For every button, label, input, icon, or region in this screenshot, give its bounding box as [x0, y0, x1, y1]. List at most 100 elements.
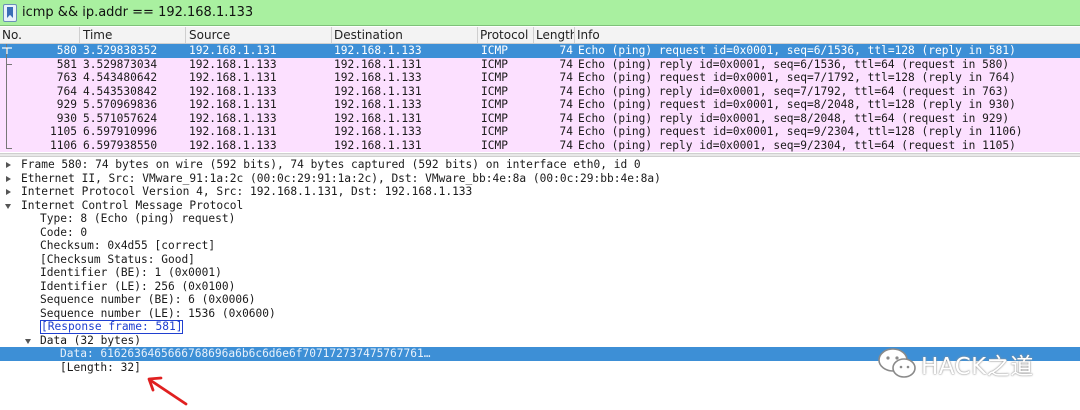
column-separator[interactable]: [533, 27, 534, 44]
packet-source: 192.168.1.133: [189, 111, 277, 125]
packet-length: 74: [559, 71, 573, 84]
expand-closed-icon[interactable]: [6, 189, 11, 195]
column-header-length[interactable]: Length: [536, 28, 574, 42]
packet-destination: 192.168.1.131: [334, 57, 422, 71]
packet-source: 192.168.1.131: [189, 44, 277, 57]
detail-ipv4[interactable]: Internet Protocol Version 4, Src: 192.16…: [0, 185, 1080, 199]
packet-info: Echo (ping) request id=0x0001, seq=7/179…: [578, 71, 1016, 84]
column-separator[interactable]: [185, 27, 186, 44]
display-filter-input[interactable]: icmp && ip.addr == 192.168.1.133: [22, 3, 253, 23]
packet-list-header: No. Time Source Destination Protocol Len…: [0, 27, 1080, 44]
packet-source: 192.168.1.133: [189, 138, 277, 152]
detail-field[interactable]: Code: 0: [0, 226, 1080, 240]
packet-source: 192.168.1.131: [189, 125, 277, 138]
packet-row[interactable]: 1105 6.597910996 192.168.1.131 192.168.1…: [0, 125, 1080, 139]
annotation-arrow-icon: [147, 376, 188, 406]
detail-field[interactable]: Sequence number (BE): 6 (0x0006): [0, 293, 1080, 307]
detail-text: Identifier (LE): 256 (0x0100): [40, 279, 236, 293]
request-indicator-icon: [2, 47, 12, 54]
column-header-info[interactable]: Info: [577, 28, 600, 42]
watermark: HACK之道: [876, 343, 1056, 383]
packet-row[interactable]: 1106 6.597938550 192.168.1.133 192.168.1…: [0, 138, 1080, 152]
packet-protocol: ICMP: [481, 111, 508, 125]
detail-text: Code: 0: [40, 225, 88, 239]
detail-frame[interactable]: Frame 580: 74 bytes on wire (592 bits), …: [0, 158, 1080, 172]
expand-closed-icon[interactable]: [6, 175, 11, 182]
packet-length: 74: [559, 111, 573, 125]
packet-no: 929: [56, 98, 77, 111]
packet-time: 5.570969836: [83, 98, 158, 111]
packet-source: 192.168.1.131: [189, 71, 277, 84]
packet-row[interactable]: 580 3.529838352 192.168.1.131 192.168.1.…: [0, 44, 1080, 58]
column-header-no[interactable]: No.: [2, 28, 22, 42]
reply-indicator-icon: [6, 64, 12, 65]
packet-time: 6.597938550: [83, 138, 158, 152]
packet-length: 74: [559, 98, 573, 111]
packet-no: 1105: [50, 125, 77, 138]
column-separator[interactable]: [331, 27, 332, 44]
column-separator[interactable]: [477, 27, 478, 44]
column-separator[interactable]: [574, 27, 575, 44]
packet-destination: 192.168.1.131: [334, 84, 422, 98]
packet-info: Echo (ping) request id=0x0001, seq=8/204…: [578, 98, 1016, 111]
packet-info: Echo (ping) request id=0x0001, seq=6/153…: [578, 44, 1016, 57]
column-header-destination[interactable]: Destination: [334, 28, 403, 42]
packet-length: 74: [559, 84, 573, 98]
packet-length: 74: [559, 44, 573, 57]
packet-row[interactable]: 930 5.571057624 192.168.1.133 192.168.1.…: [0, 111, 1080, 125]
column-header-time[interactable]: Time: [83, 28, 112, 42]
packet-info: Echo (ping) reply id=0x0001, seq=7/1792,…: [578, 84, 1010, 98]
packet-info: Echo (ping) reply id=0x0001, seq=6/1536,…: [578, 57, 1010, 71]
packet-time: 4.543480642: [83, 71, 158, 84]
expand-closed-icon[interactable]: [6, 162, 11, 168]
end-indicator-icon: [6, 148, 12, 149]
expand-open-icon[interactable]: [5, 203, 11, 209]
packet-source: 192.168.1.131: [189, 98, 277, 111]
packet-list: 580 3.529838352 192.168.1.131 192.168.1.…: [0, 44, 1080, 152]
detail-text: Identifier (BE): 1 (0x0001): [40, 266, 222, 279]
packet-protocol: ICMP: [481, 84, 508, 98]
detail-text: Ethernet II, Src: VMware_91:1a:2c (00:0c…: [21, 171, 661, 185]
detail-icmp[interactable]: Internet Control Message Protocol: [0, 199, 1080, 213]
detail-text: Type: 8 (Echo (ping) request): [40, 212, 236, 225]
packet-protocol: ICMP: [481, 98, 508, 111]
packet-info: Echo (ping) reply id=0x0001, seq=8/2048,…: [578, 111, 1010, 125]
packet-row[interactable]: 581 3.529873034 192.168.1.133 192.168.1.…: [0, 57, 1080, 71]
packet-time: 3.529838352: [83, 44, 158, 57]
column-separator[interactable]: [79, 27, 80, 44]
expand-open-icon[interactable]: [25, 338, 31, 344]
detail-text: Frame 580: 74 bytes on wire (592 bits), …: [21, 158, 641, 171]
packet-time: 4.543530842: [83, 84, 158, 98]
detail-text: Checksum: 0x4d55 [correct]: [40, 239, 216, 252]
detail-field[interactable]: Type: 8 (Echo (ping) request): [0, 212, 1080, 226]
detail-ethernet[interactable]: Ethernet II, Src: VMware_91:1a:2c (00:0c…: [0, 172, 1080, 186]
bookmark-icon[interactable]: [3, 4, 17, 22]
packet-row[interactable]: 764 4.543530842 192.168.1.133 192.168.1.…: [0, 84, 1080, 98]
packet-destination: 192.168.1.133: [334, 125, 422, 138]
watermark-text: HACK之道: [921, 354, 1034, 380]
detail-field[interactable]: Checksum: 0x4d55 [correct]: [0, 239, 1080, 253]
detail-text: Sequence number (BE): 6 (0x0006): [40, 293, 256, 306]
column-header-source[interactable]: Source: [189, 28, 230, 42]
packet-source: 192.168.1.133: [189, 84, 277, 98]
packet-row[interactable]: 929 5.570969836 192.168.1.131 192.168.1.…: [0, 98, 1080, 112]
display-filter-bar[interactable]: icmp && ip.addr == 192.168.1.133: [0, 0, 1080, 26]
packet-time: 3.529873034: [83, 57, 158, 71]
detail-text: Internet Protocol Version 4, Src: 192.16…: [21, 185, 473, 198]
packet-protocol: ICMP: [481, 44, 508, 57]
detail-field[interactable]: Identifier (BE): 1 (0x0001): [0, 266, 1080, 280]
wechat-icon: [878, 348, 916, 378]
detail-field[interactable]: Identifier (LE): 256 (0x0100): [0, 280, 1080, 294]
related-packets-line: [6, 44, 7, 149]
packet-protocol: ICMP: [481, 71, 508, 84]
detail-field[interactable]: [Checksum Status: Good]: [0, 253, 1080, 267]
packet-row[interactable]: 763 4.543480642 192.168.1.131 192.168.1.…: [0, 71, 1080, 85]
packet-time: 6.597910996: [83, 125, 158, 138]
packet-no: 764: [56, 84, 77, 98]
pane-splitter[interactable]: [0, 153, 1080, 157]
detail-text: Data: 6162636465666768696a6b6c6d6e6f7071…: [60, 347, 431, 360]
response-frame-link[interactable]: [Response frame: 581]: [0, 320, 1080, 334]
detail-field[interactable]: Sequence number (LE): 1536 (0x0600): [0, 307, 1080, 321]
column-header-protocol[interactable]: Protocol: [480, 28, 528, 42]
packet-no: 930: [56, 111, 77, 125]
